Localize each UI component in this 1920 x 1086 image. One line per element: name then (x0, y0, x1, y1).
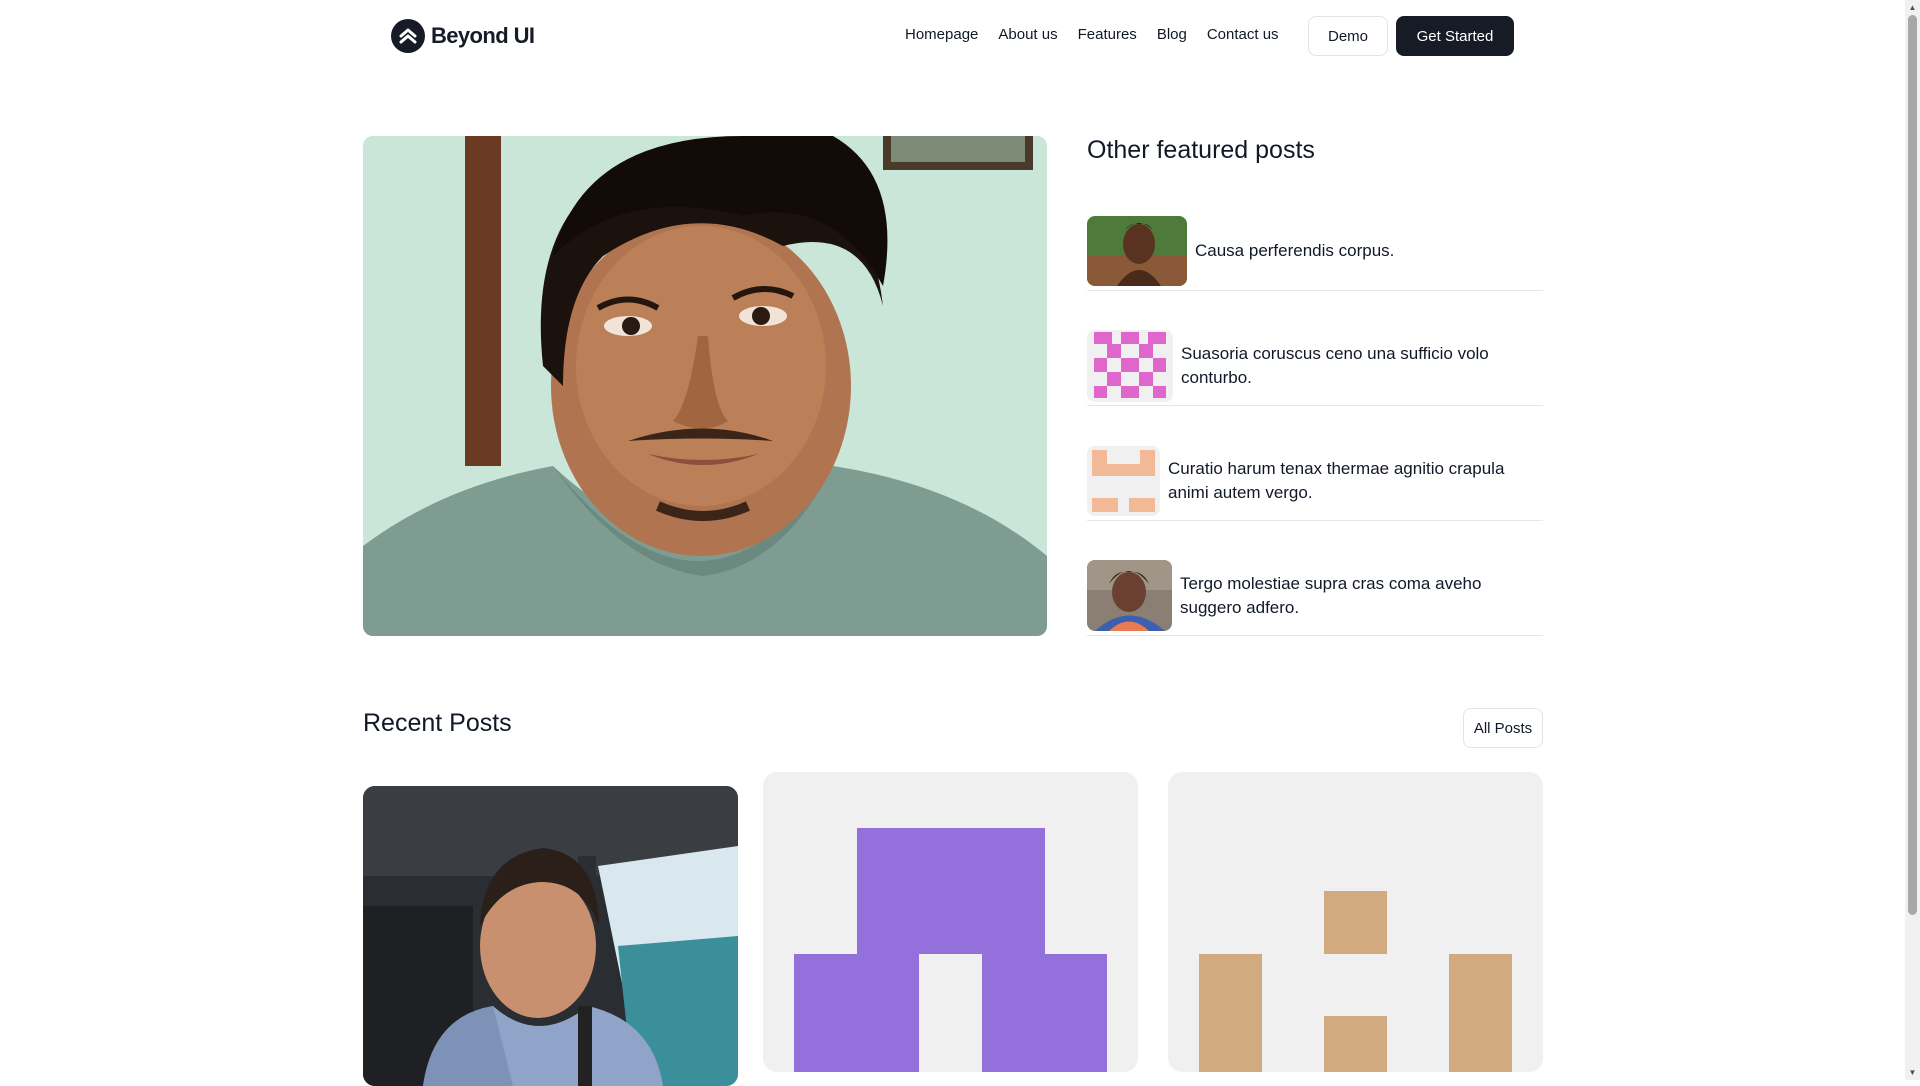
featured-thumbnail (1087, 445, 1160, 516)
nav-blog[interactable]: Blog (1157, 26, 1187, 43)
page-scrollbar[interactable]: ▲ ▼ (1905, 0, 1920, 1080)
nav-homepage[interactable]: Homepage (905, 26, 978, 43)
hero-image[interactable] (363, 136, 1047, 636)
featured-thumbnail (1087, 216, 1187, 286)
featured-post-title: Causa perferendis corpus. (1195, 241, 1395, 260)
recent-post-card[interactable] (763, 772, 1138, 1072)
featured-post-title: Curatio harum tenax thermae agnitio crap… (1168, 458, 1505, 502)
scroll-up-arrow-icon[interactable]: ▲ (1905, 0, 1920, 15)
main-nav: Homepage About us Features Blog Contact … (905, 26, 1299, 43)
brand-logo[interactable]: Beyond UI (391, 19, 535, 53)
featured-post-title: Suasoria coruscus ceno una sufficio volo… (1181, 343, 1489, 387)
chevrons-up-icon (391, 19, 425, 53)
scrollbar-thumb[interactable] (1908, 15, 1917, 915)
featured-post[interactable]: Causa perferendis corpus. (1087, 212, 1543, 291)
brand-name: Beyond UI (431, 23, 535, 48)
all-posts-button[interactable]: All Posts (1463, 708, 1543, 748)
recent-post-card[interactable] (363, 786, 738, 1086)
featured-heading: Other featured posts (1087, 136, 1315, 164)
nav-about-us[interactable]: About us (998, 26, 1057, 43)
scroll-down-arrow-icon[interactable]: ▼ (1905, 1065, 1920, 1080)
featured-thumbnail (1087, 329, 1173, 402)
demo-button[interactable]: Demo (1308, 16, 1388, 56)
get-started-button[interactable]: Get Started (1396, 16, 1514, 56)
featured-post-title: Tergo molestiae supra cras coma aveho su… (1180, 573, 1482, 617)
recent-post-card[interactable] (1168, 772, 1543, 1072)
nav-features[interactable]: Features (1078, 26, 1137, 43)
recent-posts-heading: Recent Posts (363, 709, 512, 737)
featured-post[interactable]: Tergo molestiae supra cras coma aveho su… (1087, 556, 1543, 636)
featured-thumbnail (1087, 560, 1172, 631)
nav-contact-us[interactable]: Contact us (1207, 26, 1279, 43)
featured-post[interactable]: Suasoria coruscus ceno una sufficio volo… (1087, 326, 1543, 406)
featured-post[interactable]: Curatio harum tenax thermae agnitio crap… (1087, 441, 1543, 521)
